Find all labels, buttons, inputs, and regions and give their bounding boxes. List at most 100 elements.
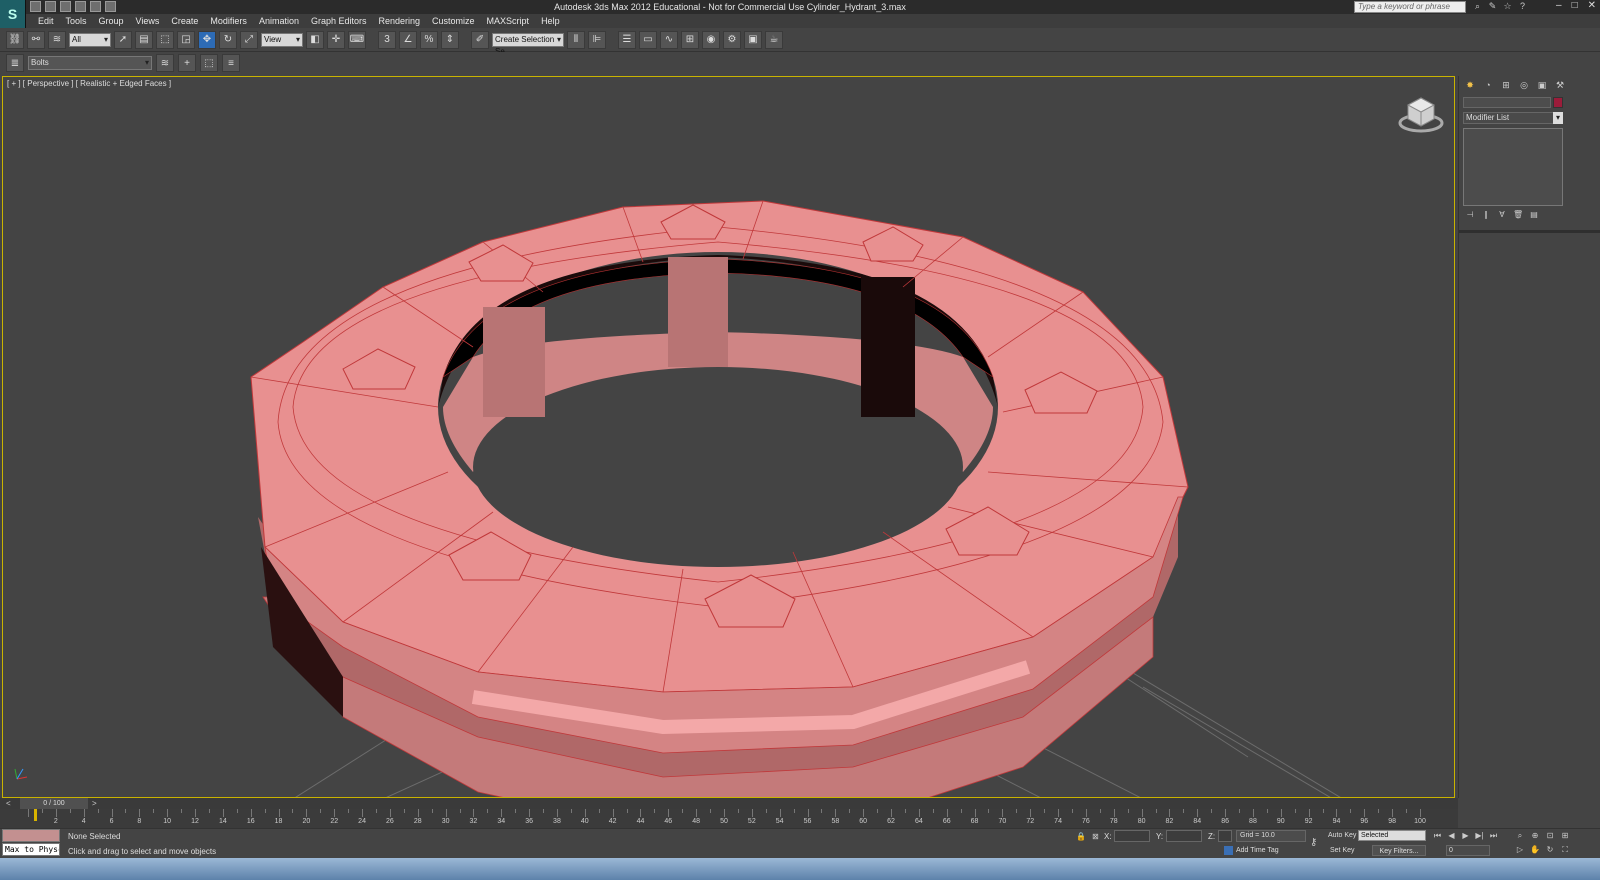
pivot-center-icon[interactable]: ◧ [306,30,324,49]
add-to-layer-icon[interactable]: + [178,54,196,72]
percent-snap-icon[interactable]: % [420,30,438,49]
zoom-icon[interactable]: ⌕ [1514,830,1526,841]
object-name-field[interactable] [1463,97,1551,108]
graphite-ribbon-icon[interactable]: ▭ [639,30,657,49]
time-tag-icon[interactable] [1224,846,1233,855]
select-and-move-icon[interactable]: ✥ [198,30,216,49]
schematic-view-icon[interactable]: ⊞ [681,30,699,49]
minimize-icon[interactable]: – [1556,0,1562,11]
edit-named-selection-icon[interactable]: ✐ [471,30,489,49]
make-unique-icon[interactable]: ∀ [1497,210,1507,220]
keyboard-shortcut-override-icon[interactable]: ⌨ [348,30,366,49]
field-of-view-icon[interactable]: ▷ [1514,844,1526,855]
menu-graph-editors[interactable]: Graph Editors [307,14,375,28]
menu-animation[interactable]: Animation [255,14,307,28]
menu-edit[interactable]: Edit [34,14,62,28]
motion-tab-icon[interactable]: ◎ [1517,78,1531,92]
curve-editor-icon[interactable]: ∿ [660,30,678,49]
object-color-swatch[interactable] [1553,97,1563,108]
search-input[interactable]: Type a keyword or phrase [1354,1,1466,13]
modify-tab-icon[interactable]: ◔ [1481,78,1495,92]
select-object-icon[interactable]: ➚ [114,30,132,49]
close-icon[interactable]: ✕ [1588,0,1596,11]
menu-group[interactable]: Group [95,14,132,28]
pan-icon[interactable]: ✋ [1529,844,1541,855]
orbit-icon[interactable]: ↻ [1544,844,1556,855]
window-crossing-icon[interactable]: ◲ [177,30,195,49]
snaps-toggle-icon[interactable]: 3 [378,30,396,49]
subscription-icon[interactable]: ✎ [1487,1,1498,12]
menu-help[interactable]: Help [537,14,568,28]
current-layer-select[interactable]: Bolts [28,56,152,70]
hydrant-flange-mesh[interactable] [250,200,1189,798]
spinner-snap-icon[interactable]: ⇕ [441,30,459,49]
key-mode-select[interactable]: Selected [1358,830,1426,841]
configure-modifier-sets-icon[interactable]: ▤ [1529,210,1539,220]
menu-tools[interactable]: Tools [62,14,95,28]
select-and-link-icon[interactable]: ⛓ [6,30,24,49]
binoculars-icon[interactable]: ⌕ [1472,1,1483,12]
select-and-rotate-icon[interactable]: ↻ [219,30,237,49]
selection-filter-select[interactable]: All [69,32,111,47]
go-to-end-icon[interactable]: ⏭ [1488,830,1499,841]
bind-space-warp-icon[interactable]: ≋ [48,30,66,49]
menu-create[interactable]: Create [167,14,206,28]
set-key-button[interactable]: Set Key [1330,847,1355,854]
menu-views[interactable]: Views [132,14,168,28]
create-layer-icon[interactable]: ≋ [156,54,174,72]
track-bar[interactable]: 2 4 6 8 10 12 14 16 18 20 22 24 26 28 30 32 34 36 38 40 42 44… [0,809,1458,828]
time-slider-prev-icon[interactable]: < [6,798,11,809]
mirror-icon[interactable]: ⫴ [567,30,585,49]
create-tab-icon[interactable]: ✸ [1463,78,1477,92]
z-coordinate-field[interactable] [1218,830,1232,842]
show-end-result-icon[interactable]: ∥ [1481,210,1491,220]
zoom-extents-icon[interactable]: ⊡ [1544,830,1556,841]
modifier-list-select[interactable]: Modifier List ▾ [1463,112,1563,124]
select-and-scale-icon[interactable]: ⤢ [240,30,258,49]
maxscript-listener-mini[interactable] [2,829,60,842]
modifier-stack[interactable] [1463,128,1563,206]
menu-rendering[interactable]: Rendering [375,14,429,28]
render-production-icon[interactable]: ☕ [765,30,783,49]
x-coordinate-field[interactable] [1114,830,1150,842]
remove-modifier-icon[interactable]: 🗑 [1513,210,1523,220]
pin-stack-icon[interactable]: ⊣ [1465,210,1475,220]
unlink-icon[interactable]: ⚯ [27,30,45,49]
select-manipulate-icon[interactable]: ✛ [327,30,345,49]
rendered-frame-window-icon[interactable]: ▣ [744,30,762,49]
maxscript-input[interactable]: Max to Physc. [2,843,60,856]
hierarchy-tab-icon[interactable]: ⊞ [1499,78,1513,92]
play-icon[interactable]: ▶ [1460,830,1471,841]
viewcube-icon[interactable] [1398,93,1444,135]
zoom-extents-all-icon[interactable]: ⊞ [1559,830,1571,841]
menu-maxscript[interactable]: MAXScript [483,14,538,28]
absolute-mode-icon[interactable]: ⊠ [1092,832,1099,841]
perspective-viewport[interactable]: [ + ] [ Perspective ] [ Realistic + Edge… [2,76,1455,798]
zoom-all-icon[interactable]: ⊕ [1529,830,1541,841]
select-by-name-icon[interactable]: ▤ [135,30,153,49]
reference-coordinate-select[interactable]: View [261,32,303,47]
angle-snap-icon[interactable]: ∠ [399,30,417,49]
selection-lock-icon[interactable]: 🔒 [1076,832,1086,841]
go-to-start-icon[interactable]: ⏮ [1432,830,1443,841]
layer-manager-toggle-icon[interactable]: ≣ [6,54,24,72]
menu-customize[interactable]: Customize [428,14,483,28]
auto-key-button[interactable]: Auto Key [1328,832,1356,839]
rectangular-selection-icon[interactable]: ⬚ [156,30,174,49]
add-time-tag-button[interactable]: Add Time Tag [1236,847,1279,854]
set-key-icon[interactable]: ⚷ [1310,837,1317,848]
key-filters-button[interactable]: Key Filters... [1372,845,1426,856]
previous-frame-icon[interactable]: ◀ [1446,830,1457,841]
time-slider[interactable]: < 0 / 100 > [0,798,1458,809]
utilities-tab-icon[interactable]: ⚒ [1553,78,1567,92]
time-slider-next-icon[interactable]: > [92,798,97,809]
align-icon[interactable]: ⊫ [588,30,606,49]
current-frame-field[interactable]: 0 [1446,845,1490,856]
menu-modifiers[interactable]: Modifiers [206,14,255,28]
select-layer-objects-icon[interactable]: ⬚ [200,54,218,72]
named-selection-sets-select[interactable]: Create Selection Se [492,32,564,56]
material-editor-icon[interactable]: ◉ [702,30,720,49]
render-setup-icon[interactable]: ⚙ [723,30,741,49]
next-frame-icon[interactable]: ▶| [1474,830,1485,841]
maximize-icon[interactable]: □ [1572,0,1578,11]
